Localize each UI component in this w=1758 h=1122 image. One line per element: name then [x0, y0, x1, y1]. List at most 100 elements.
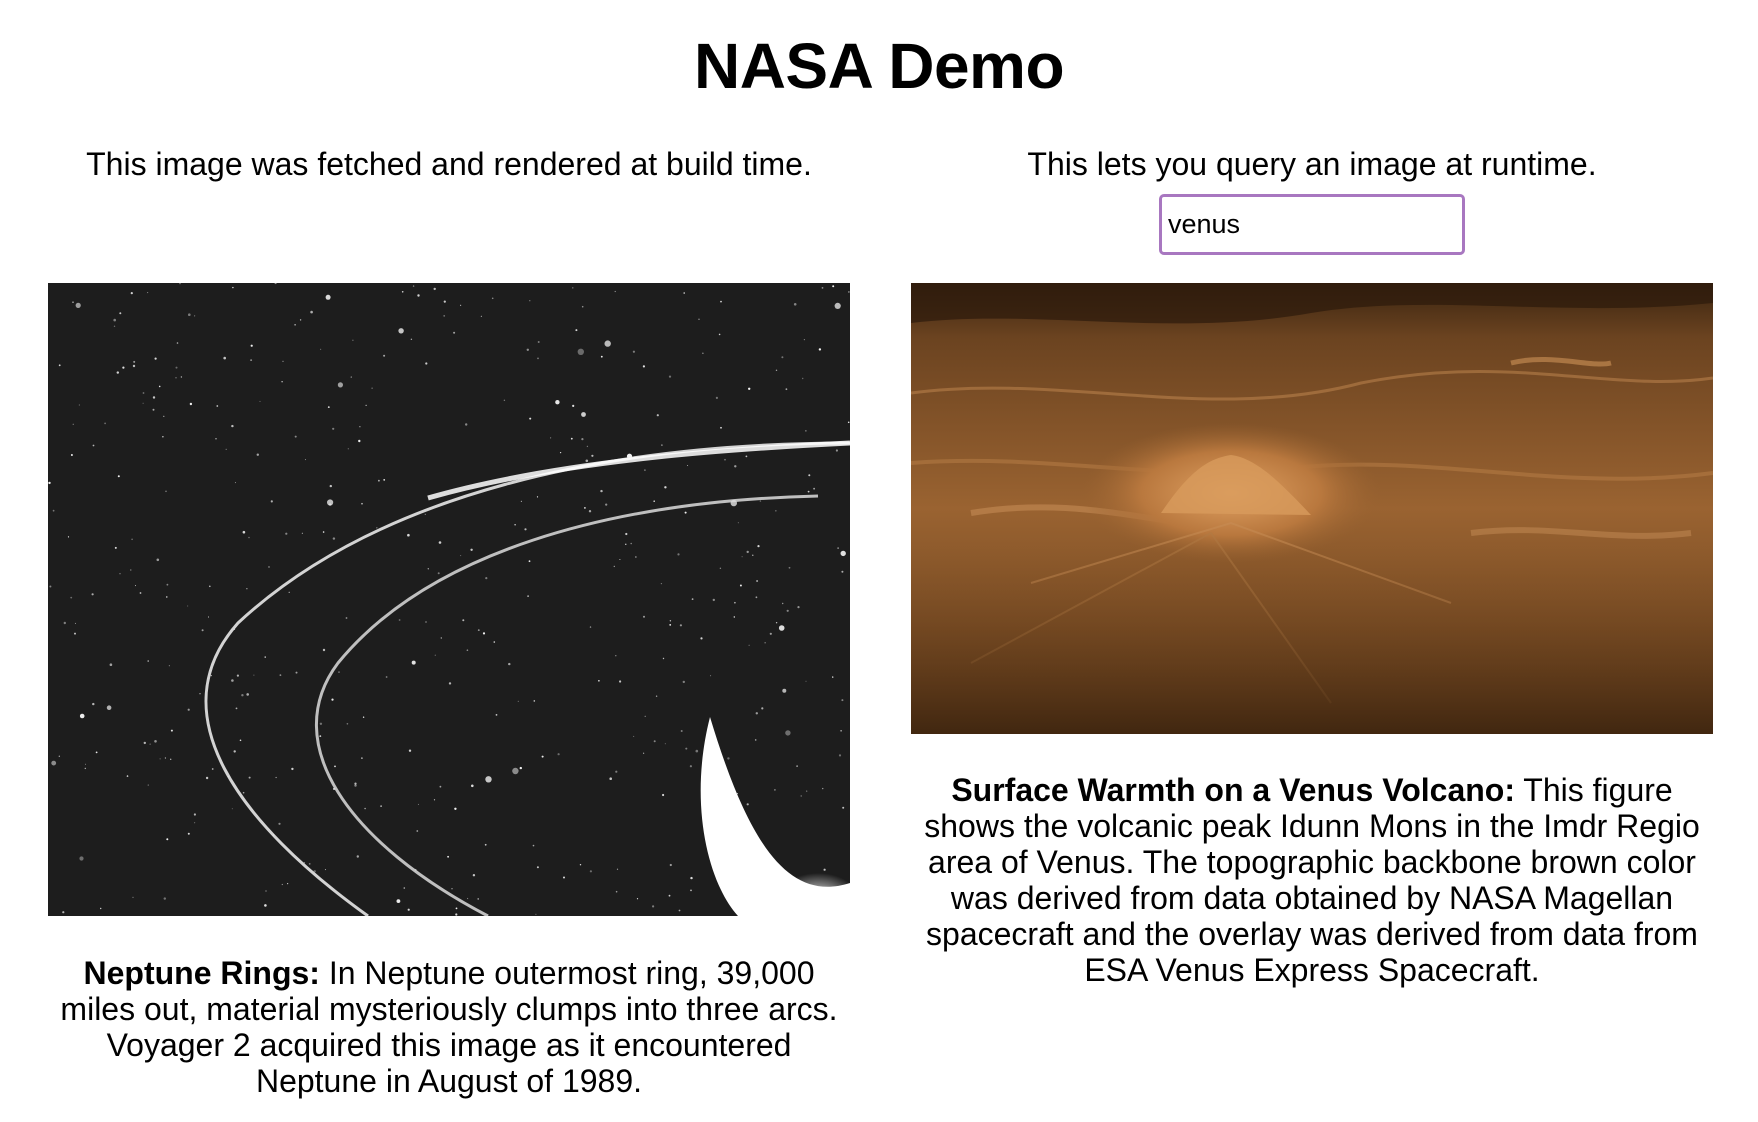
star-dot	[690, 889, 692, 892]
star-dot	[493, 641, 496, 643]
star-dot	[847, 421, 850, 424]
star-dot	[471, 784, 474, 788]
star-dot	[802, 377, 804, 380]
star-dot	[295, 671, 298, 674]
star-dot	[491, 297, 494, 300]
star-dot	[275, 776, 277, 779]
star-dot	[752, 554, 754, 556]
star-dot	[398, 328, 404, 334]
star-dot	[278, 822, 281, 825]
star-dot	[589, 870, 593, 873]
star-dot	[338, 671, 340, 673]
star-dot	[668, 375, 672, 378]
star-dot	[761, 707, 764, 710]
star-dot	[710, 675, 712, 677]
star-dot	[528, 560, 531, 563]
star-dot	[234, 482, 236, 484]
star-dot	[466, 649, 469, 651]
star-dot	[361, 757, 363, 759]
star-dot	[712, 598, 715, 602]
star-dot	[605, 503, 608, 506]
star-dot	[75, 302, 81, 308]
star-dot	[660, 583, 663, 585]
star-dot	[691, 598, 694, 600]
star-dot	[689, 765, 693, 768]
star-dot	[477, 898, 480, 900]
star-dot	[142, 402, 144, 404]
star-dot	[785, 388, 788, 391]
star-dot	[759, 500, 762, 502]
star-dot	[656, 414, 659, 417]
star-dot	[644, 715, 646, 717]
star-dot	[332, 427, 335, 430]
build-time-intro: This image was fetched and rendered at b…	[86, 146, 812, 182]
star-dot	[242, 530, 246, 534]
star-dot	[823, 868, 826, 871]
star-dot	[159, 758, 161, 760]
star-dot	[682, 680, 685, 684]
star-dot	[72, 423, 74, 425]
star-dot	[175, 377, 177, 379]
star-dot	[643, 615, 645, 618]
star-dot	[796, 765, 798, 767]
star-dot	[49, 585, 52, 588]
star-dot	[755, 712, 758, 715]
star-dot	[104, 422, 106, 425]
star-dot	[259, 400, 261, 402]
venus-volcano-image	[911, 283, 1713, 734]
star-dot	[152, 408, 155, 411]
star-dot	[484, 843, 487, 846]
star-dot	[619, 680, 622, 683]
star-dot	[840, 730, 842, 732]
star-dot	[661, 444, 663, 446]
star-dot	[841, 699, 844, 702]
star-dot	[642, 365, 646, 368]
star-dot	[346, 723, 349, 725]
star-dot	[786, 609, 789, 612]
star-dot	[163, 897, 166, 900]
star-dot	[781, 356, 784, 359]
star-dot	[180, 376, 183, 378]
star-dot	[834, 302, 841, 309]
star-dot	[775, 510, 777, 512]
star-dot	[678, 909, 681, 912]
star-dot	[600, 355, 603, 358]
star-dot	[265, 890, 267, 892]
star-dot	[604, 340, 611, 347]
star-dot	[154, 357, 157, 360]
star-dot	[755, 596, 758, 599]
star-dot	[684, 511, 687, 514]
star-dot	[165, 490, 167, 493]
star-dot	[785, 730, 791, 736]
star-dot	[199, 693, 201, 695]
star-dot	[477, 629, 480, 631]
star-dot	[325, 294, 331, 300]
star-dot	[250, 344, 253, 347]
star-dot	[119, 573, 121, 575]
star-dot	[527, 595, 529, 597]
star-dot	[408, 749, 412, 752]
star-dot	[242, 791, 245, 794]
star-dot	[460, 304, 462, 306]
star-dot	[253, 674, 255, 676]
star-dot	[655, 695, 658, 697]
star-dot	[524, 528, 527, 531]
star-dot	[407, 533, 410, 537]
star-dot	[443, 315, 446, 317]
star-dot	[669, 624, 672, 626]
star-dot	[581, 438, 584, 441]
star-dot	[156, 558, 160, 562]
star-dot	[239, 739, 242, 742]
star-dot	[176, 342, 179, 344]
star-dot	[58, 364, 61, 367]
star-dot	[133, 360, 136, 363]
star-dot	[698, 318, 700, 320]
page-title: NASA Demo	[693, 30, 1065, 102]
star-dot	[211, 768, 214, 770]
star-dot	[194, 822, 196, 824]
star-dot	[92, 702, 95, 706]
image-query-input[interactable]	[1159, 194, 1465, 255]
star-dot	[821, 287, 824, 289]
star-dot	[609, 777, 612, 780]
star-dot	[720, 300, 722, 303]
